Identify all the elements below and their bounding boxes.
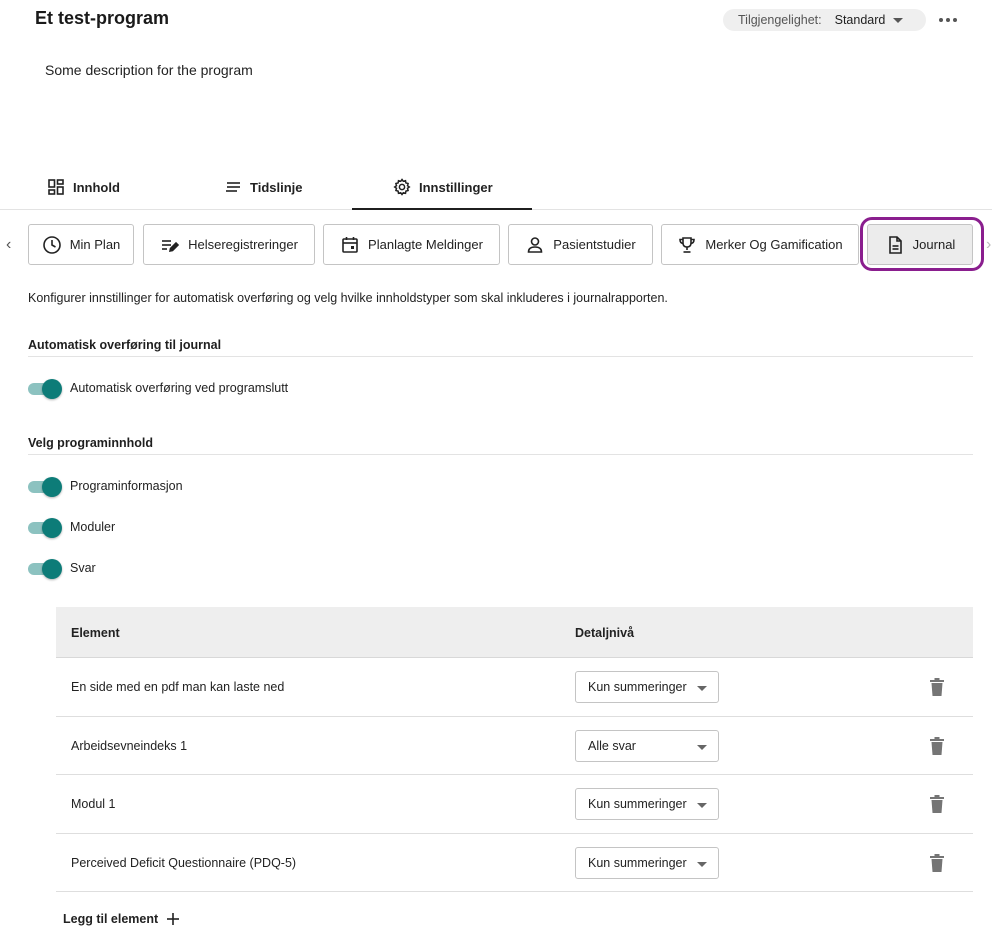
subtab-merker-og-gamification[interactable]: Merker Og Gamification (661, 224, 859, 265)
column-header-element: Element (71, 626, 120, 640)
caret-down-icon (697, 686, 707, 691)
tab-tidslinje[interactable]: Tidslinje (224, 164, 303, 210)
detail-level-value: Kun summeringer (588, 855, 687, 870)
grid-icon (48, 179, 64, 195)
journal-elements-table: Element Detaljnivå En side med en pdf ma… (56, 607, 973, 892)
subtab-label: Merker Og Gamification (705, 237, 843, 252)
clock-icon (42, 235, 61, 254)
subtab-label: Pasientstudier (553, 237, 636, 252)
gear-icon (393, 178, 411, 196)
table-row: Modul 1 Kun summeringer (56, 775, 973, 834)
subtab-min-plan[interactable]: Min Plan (28, 224, 134, 265)
intro-text: Konfigurer innstillinger for automatisk … (28, 291, 668, 305)
programinformasjon-switch[interactable] (28, 476, 62, 497)
element-name: Arbeidsevneindeks 1 (71, 738, 188, 753)
tab-label: Innstillinger (419, 179, 493, 195)
edit-list-icon (162, 239, 180, 252)
subtab-pasientstudier[interactable]: Pasientstudier (508, 224, 653, 265)
detail-level-select[interactable]: Kun summeringer (575, 788, 719, 820)
table-row: Arbeidsevneindeks 1 Alle svar (56, 717, 973, 775)
subtab-label: Min Plan (69, 237, 121, 252)
toggle-row-moduler: Moduler (28, 517, 116, 538)
detail-level-select[interactable]: Kun summeringer (575, 846, 719, 879)
add-element-label: Legg til element (63, 912, 159, 926)
tab-innhold[interactable]: Innhold (47, 164, 120, 210)
subtab-helseregistreringer[interactable]: Helseregistreringer (143, 224, 315, 265)
program-description: Some description for the program (45, 62, 253, 78)
section-heading-auto-transfer: Automatisk overføring til journal (28, 338, 222, 352)
trash-icon[interactable] (930, 795, 944, 813)
chevron-left-icon[interactable]: ‹ (6, 236, 11, 254)
table-header: Element Detaljnivå (56, 607, 973, 658)
subtab-label: Helseregistreringer (188, 237, 298, 252)
section-heading-content: Velg programinnhold (28, 436, 154, 450)
main-tabs: Innhold Tidslinje Innstillinger (0, 164, 992, 210)
availability-value: Standard (834, 13, 886, 27)
chevron-right-icon[interactable]: › (986, 236, 991, 254)
detail-level-value: Kun summeringer (588, 680, 687, 694)
toggle-label: Moduler (70, 520, 116, 534)
person-icon (527, 236, 543, 253)
toggle-row-programinformasjon: Programinformasjon (28, 476, 183, 497)
lines-icon (226, 182, 240, 192)
tab-label: Innhold (73, 179, 120, 195)
toggle-label: Automatisk overføring ved programslutt (70, 381, 289, 395)
subtab-label: Planlagte Meldinger (368, 237, 483, 252)
divider (28, 454, 973, 455)
tab-innstillinger[interactable]: Innstillinger (393, 164, 493, 210)
availability-label: Tilgjengelighet: (738, 13, 822, 27)
detail-level-select[interactable]: Kun summeringer (575, 671, 719, 703)
caret-down-icon (697, 861, 707, 867)
tab-label: Tidslinje (250, 179, 303, 195)
toggle-row-svar: Svar (28, 558, 96, 579)
element-name: Perceived Deficit Questionnaire (PDQ-5) (71, 855, 297, 870)
availability-dropdown[interactable]: Tilgjengelighet: Standard (723, 9, 926, 31)
auto-transfer-switch[interactable] (28, 378, 62, 399)
trash-icon[interactable] (930, 853, 944, 872)
toggle-label: Programinformasjon (70, 479, 183, 493)
page-title: Et test-program (35, 8, 170, 28)
svar-switch[interactable] (28, 558, 62, 579)
table-row: Perceived Deficit Questionnaire (PDQ-5) … (56, 834, 973, 892)
calendar-icon (342, 236, 358, 253)
column-header-detail: Detaljnivå (575, 626, 635, 640)
detail-level-value: Kun summeringer (588, 797, 687, 811)
element-name: En side med en pdf man kan laste ned (71, 680, 285, 694)
detail-level-value: Alle svar (588, 738, 636, 753)
selection-highlight (860, 217, 984, 271)
toggle-label: Svar (70, 561, 96, 575)
trash-icon[interactable] (930, 678, 944, 696)
toggle-row-auto-transfer: Automatisk overføring ved programslutt (28, 378, 289, 399)
trash-icon[interactable] (930, 736, 944, 755)
divider (28, 356, 973, 357)
plus-icon (167, 913, 180, 925)
trophy-icon (679, 236, 696, 253)
table-row: En side med en pdf man kan laste ned Kun… (56, 658, 973, 717)
caret-down-icon (697, 744, 707, 750)
active-tab-indicator (352, 208, 532, 210)
add-element-button[interactable]: Legg til element (63, 912, 180, 926)
element-name: Modul 1 (71, 797, 116, 811)
caret-down-icon (893, 17, 904, 23)
caret-down-icon (697, 803, 707, 808)
more-horizontal-icon[interactable] (939, 12, 957, 28)
detail-level-select[interactable]: Alle svar (575, 729, 719, 762)
subtab-planlagte-meldinger[interactable]: Planlagte Meldinger (323, 224, 500, 265)
moduler-switch[interactable] (28, 517, 62, 538)
